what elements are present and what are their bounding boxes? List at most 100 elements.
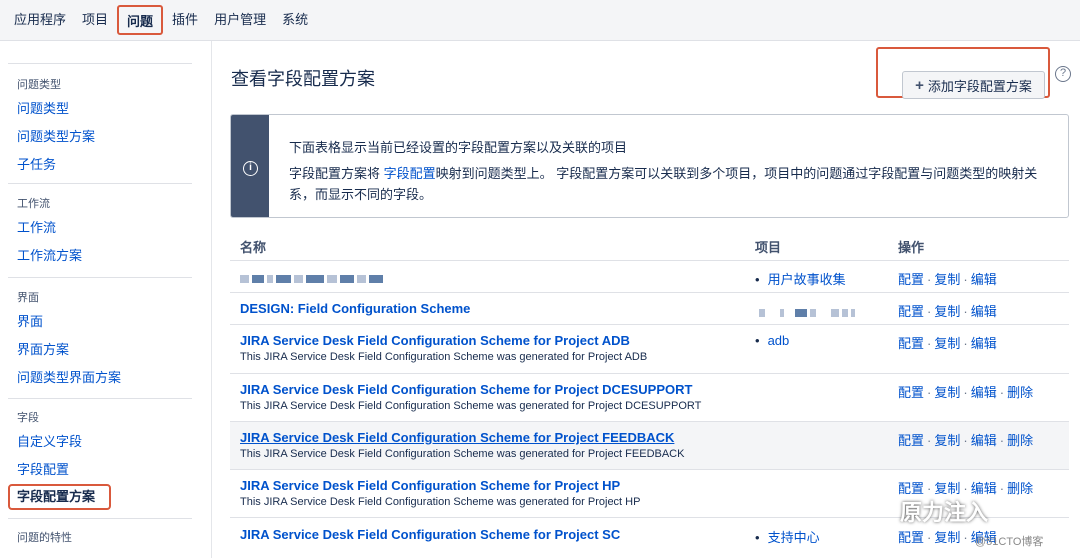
- sidebar: 问题类型 问题类型 问题类型方案 子任务 工作流 工作流 工作流方案 界面 界面…: [0, 41, 212, 558]
- sidebar-item-field-configuration-schemes[interactable]: 字段配置方案: [8, 484, 111, 510]
- operations-cell: 配置 · 复制 · 编辑: [898, 336, 997, 351]
- tab-projects[interactable]: 项目: [75, 5, 115, 35]
- op-configure[interactable]: 配置: [898, 385, 924, 400]
- sidebar-item-field-configurations[interactable]: 字段配置: [8, 456, 192, 484]
- op-delete[interactable]: 删除: [1007, 481, 1033, 496]
- op-configure[interactable]: 配置: [898, 433, 924, 448]
- scheme-description: This JIRA Service Desk Field Configurati…: [240, 496, 641, 508]
- table-header: 名称 项目 操作: [230, 231, 1069, 261]
- scheme-description: This JIRA Service Desk Field Configurati…: [240, 351, 648, 363]
- sidebar-item-custom-fields[interactable]: 自定义字段: [8, 428, 192, 456]
- sidebar-item-issue-type-schemes[interactable]: 问题类型方案: [8, 123, 192, 151]
- op-delete[interactable]: 删除: [1007, 385, 1033, 400]
- op-edit[interactable]: 编辑: [971, 385, 997, 400]
- top-nav: 应用程序 项目 问题 插件 用户管理 系统: [0, 0, 1080, 41]
- question-circle-icon[interactable]: ?: [1055, 66, 1071, 82]
- op-configure[interactable]: 配置: [898, 272, 924, 287]
- sidebar-section-fields: 字段 自定义字段 字段配置 字段配置方案: [8, 398, 192, 510]
- op-edit[interactable]: 编辑: [971, 304, 997, 319]
- op-edit[interactable]: 编辑: [971, 336, 997, 351]
- watermark: 原力注入: [900, 500, 989, 525]
- col-header-project: 项目: [755, 240, 782, 255]
- sidebar-item-issue-type-screen-schemes[interactable]: 问题类型界面方案: [8, 364, 192, 392]
- sidebar-item-issue-types[interactable]: 问题类型: [8, 95, 192, 123]
- sidebar-heading: 界面: [17, 292, 39, 304]
- table-row: DESIGN: Field Configuration Scheme 配置 · 复制…: [230, 293, 1069, 325]
- op-copy[interactable]: 复制: [934, 336, 960, 351]
- sidebar-item-workflow-schemes[interactable]: 工作流方案: [8, 242, 192, 270]
- scheme-name[interactable]: JIRA Service Desk Field Configuration Sc…: [240, 478, 620, 493]
- tab-apps[interactable]: 应用程序: [7, 5, 73, 35]
- info-text: 字段配置方案将: [289, 166, 384, 181]
- op-configure[interactable]: 配置: [898, 304, 924, 319]
- sidebar-item-workflows[interactable]: 工作流: [8, 214, 192, 242]
- tab-system[interactable]: 系统: [275, 5, 315, 35]
- op-copy[interactable]: 复制: [934, 385, 960, 400]
- info-line-1: 下面表格显示当前已经设置的字段配置方案以及关联的项目: [289, 140, 628, 155]
- table-row: • 用户故事收集 配置 · 复制 · 编辑: [230, 261, 1069, 293]
- main-content: 查看字段配置方案 + 添加字段配置方案 ? i 下面表格显示当前已经设置的字段配…: [212, 41, 1080, 558]
- info-bar: i: [231, 115, 269, 217]
- page-title: 查看字段配置方案: [231, 69, 375, 89]
- scheme-description: This JIRA Service Desk Field Configurati…: [240, 400, 702, 412]
- sidebar-heading: 字段: [17, 412, 39, 424]
- op-edit[interactable]: 编辑: [971, 481, 997, 496]
- operations-cell: 配置 · 复制 · 编辑: [898, 304, 997, 319]
- scheme-name[interactable]: DESIGN: Field Configuration Scheme: [240, 301, 470, 316]
- sidebar-item-subtasks[interactable]: 子任务: [8, 151, 192, 179]
- project-cell: • 用户故事收集: [755, 272, 846, 287]
- info-line-2: 字段配置方案将 字段配置映射到问题类型上。 字段配置方案可以关联到多个项目，项目…: [289, 163, 1049, 205]
- tab-addons[interactable]: 插件: [165, 5, 205, 35]
- op-copy[interactable]: 复制: [934, 481, 960, 496]
- scheme-name[interactable]: JIRA Service Desk Field Configuration Sc…: [240, 527, 620, 542]
- table-row: JIRA Service Desk Field Configuration Sc…: [230, 422, 1069, 470]
- sidebar-item-screens[interactable]: 界面: [8, 308, 192, 336]
- project-cell-redacted: [755, 304, 858, 319]
- project-cell: • adb: [755, 333, 790, 348]
- op-configure[interactable]: 配置: [898, 530, 924, 545]
- col-header-name: 名称: [240, 240, 267, 255]
- tab-user-management[interactable]: 用户管理: [207, 5, 273, 35]
- watermark-sub: @51CTO博客: [975, 536, 1044, 548]
- add-button-highlight: + 添加字段配置方案: [876, 47, 1050, 99]
- field-configuration-link[interactable]: 字段配置: [384, 166, 436, 181]
- sidebar-heading: 问题的特性: [17, 532, 72, 544]
- scheme-name-redacted[interactable]: [240, 270, 386, 285]
- scheme-name[interactable]: JIRA Service Desk Field Configuration Sc…: [240, 333, 630, 348]
- op-configure[interactable]: 配置: [898, 336, 924, 351]
- add-button-label: 添加字段配置方案: [927, 78, 1032, 94]
- project-link[interactable]: 用户故事收集: [768, 272, 846, 287]
- project-link[interactable]: 支持中心: [768, 530, 820, 545]
- plus-icon: +: [915, 76, 924, 94]
- op-configure[interactable]: 配置: [898, 481, 924, 496]
- col-header-operations: 操作: [898, 240, 925, 255]
- op-copy[interactable]: 复制: [934, 433, 960, 448]
- op-copy[interactable]: 复制: [934, 304, 960, 319]
- sidebar-section-workflows: 工作流 工作流 工作流方案: [8, 183, 192, 270]
- table-row: JIRA Service Desk Field Configuration Sc…: [230, 374, 1069, 422]
- scheme-name[interactable]: JIRA Service Desk Field Configuration Sc…: [240, 430, 674, 445]
- add-field-config-scheme-button[interactable]: + 添加字段配置方案: [902, 71, 1045, 99]
- project-link[interactable]: adb: [768, 333, 790, 348]
- tab-issues[interactable]: 问题: [117, 5, 164, 35]
- table-row: JIRA Service Desk Field Configuration Sc…: [230, 325, 1069, 374]
- operations-cell: 配置 · 复制 · 编辑 · 删除: [898, 433, 1034, 448]
- sidebar-section-screens: 界面 界面 界面方案 问题类型界面方案: [8, 277, 192, 392]
- info-message: i 下面表格显示当前已经设置的字段配置方案以及关联的项目 字段配置方案将 字段配…: [230, 114, 1069, 218]
- op-copy[interactable]: 复制: [934, 272, 960, 287]
- scheme-name[interactable]: JIRA Service Desk Field Configuration Sc…: [240, 382, 692, 397]
- sidebar-section-issue-types: 问题类型 问题类型 问题类型方案 子任务: [8, 63, 192, 179]
- scheme-description: This JIRA Service Desk Field Configurati…: [240, 448, 685, 460]
- sidebar-heading: 工作流: [17, 198, 50, 210]
- op-delete[interactable]: 删除: [1007, 433, 1033, 448]
- operations-cell: 配置 · 复制 · 编辑 · 删除: [898, 385, 1034, 400]
- op-edit[interactable]: 编辑: [971, 272, 997, 287]
- sidebar-section-issue-features: 问题的特性: [8, 518, 192, 548]
- sidebar-heading: 问题类型: [17, 79, 61, 91]
- info-icon: i: [243, 161, 258, 176]
- operations-cell: 配置 · 复制 · 编辑: [898, 272, 997, 287]
- project-cell: • 支持中心: [755, 530, 820, 545]
- op-copy[interactable]: 复制: [934, 530, 960, 545]
- sidebar-item-screen-schemes[interactable]: 界面方案: [8, 336, 192, 364]
- op-edit[interactable]: 编辑: [971, 433, 997, 448]
